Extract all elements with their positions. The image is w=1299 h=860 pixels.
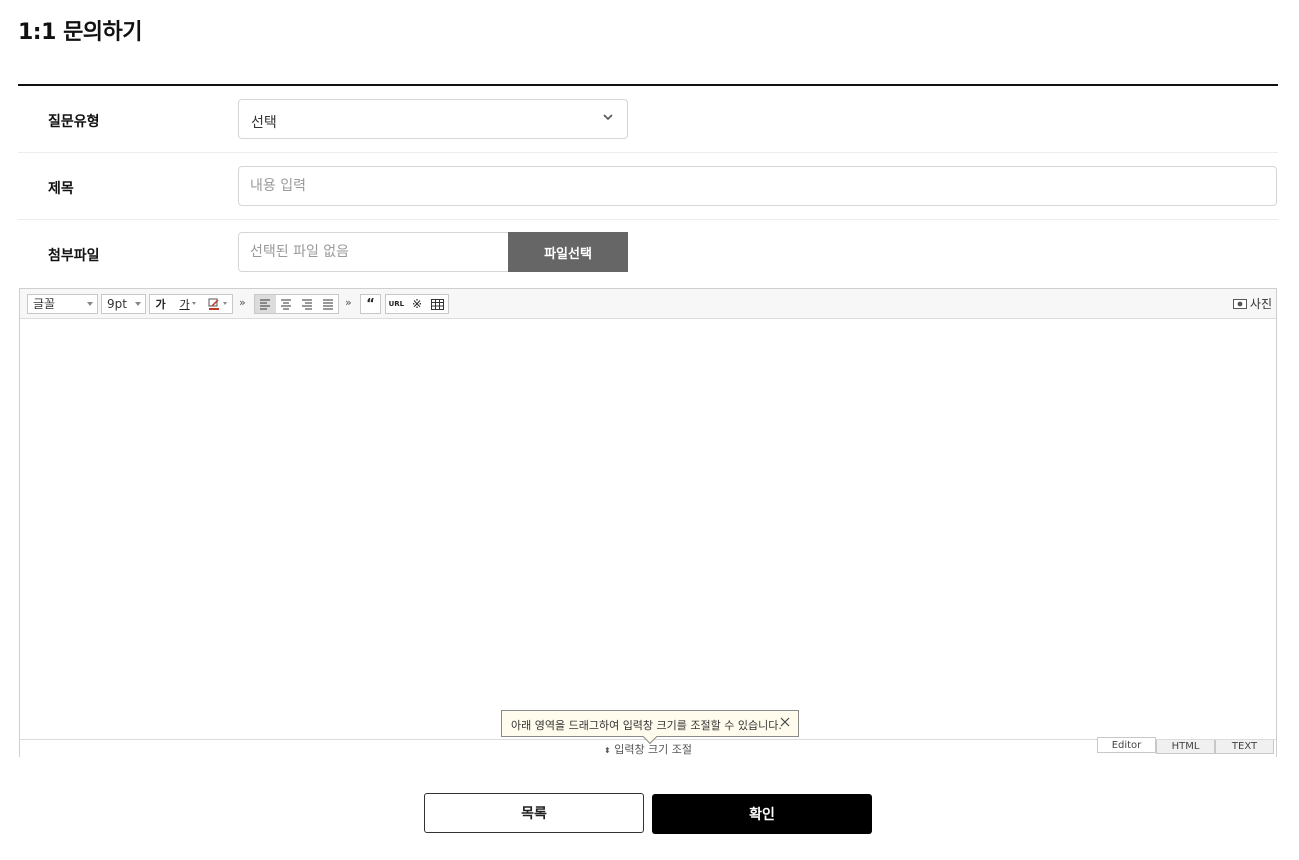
confirm-button[interactable]: 확인 [652, 794, 872, 834]
tab-text[interactable]: TEXT [1215, 740, 1274, 754]
dropdown-arrow-icon [135, 302, 141, 306]
quote-icon: “ [366, 296, 375, 312]
align-right-button[interactable] [297, 295, 318, 313]
attachment-label: 첨부파일 [48, 248, 100, 264]
tab-html[interactable]: HTML [1156, 740, 1215, 754]
font-size-select[interactable]: 9pt [101, 294, 146, 314]
question-type-select[interactable]: 선택 [238, 99, 628, 139]
page-title: 1:1 문의하기 [18, 20, 143, 45]
align-left-icon [260, 299, 271, 310]
dropdown-arrow-icon [87, 302, 93, 306]
quote-group: “ [360, 294, 381, 314]
resize-icon: ⬍ [604, 746, 611, 755]
align-right-icon [301, 299, 312, 310]
list-button[interactable]: 목록 [424, 793, 644, 833]
highlight-color-button[interactable] [198, 295, 230, 313]
table-icon [431, 298, 445, 310]
link-button[interactable]: URL [386, 295, 407, 313]
dropdown-arrow-icon [223, 302, 227, 305]
font-family-select[interactable]: 글꼴 [27, 294, 98, 314]
align-justify-button[interactable] [317, 295, 338, 313]
editor-content-area[interactable] [20, 319, 1276, 739]
chevron-down-icon [603, 114, 613, 121]
highlight-icon [208, 298, 219, 310]
photo-label: 사진 [1249, 297, 1272, 311]
resize-text: 입력창 크기 조절 [614, 743, 693, 756]
subject-label: 제목 [48, 181, 74, 197]
insert-group: URL ※ [385, 294, 449, 314]
font-family-value: 글꼴 [33, 297, 56, 311]
rich-text-editor: 글꼴 9pt 가 가 » » “ URL ※ 사진 ⬍ 입력창 크기 조절 Ed… [19, 288, 1277, 757]
more-tools-icon[interactable]: » [345, 296, 352, 309]
bold-icon: 가 [155, 298, 166, 311]
subject-input[interactable] [238, 166, 1277, 206]
align-center-icon [281, 299, 292, 310]
question-type-label: 질문유형 [48, 114, 100, 130]
attachment-row: 첨부파일 [18, 220, 1278, 286]
link-icon: URL [388, 300, 405, 308]
dropdown-arrow-icon [192, 302, 196, 305]
font-color-icon: 가 [179, 298, 190, 311]
quote-button[interactable]: “ [361, 295, 380, 313]
question-type-value: 선택 [251, 115, 277, 131]
question-type-row: 질문유형 [18, 86, 1278, 153]
more-tools-icon[interactable]: » [239, 296, 246, 309]
align-justify-icon [322, 299, 333, 310]
file-select-button[interactable]: 파일선택 [508, 232, 628, 272]
attachment-filename-field[interactable] [238, 232, 509, 272]
bold-button[interactable]: 가 [150, 295, 171, 313]
resize-handle-label: ⬍ 입력창 크기 조절 [604, 741, 692, 757]
tooltip-text: 아래 영역을 드래그하여 입력창 크기를 조절할 수 있습니다. [511, 719, 782, 732]
editor-mode-tabs: Editor HTML TEXT [1097, 737, 1274, 754]
tab-editor[interactable]: Editor [1097, 737, 1156, 753]
resize-tooltip: 아래 영역을 드래그하여 입력창 크기를 조절할 수 있습니다. [501, 710, 799, 745]
align-center-button[interactable] [276, 295, 297, 313]
table-button[interactable] [427, 295, 448, 313]
special-char-icon: ※ [411, 297, 423, 311]
align-group [254, 294, 339, 314]
photo-button[interactable]: 사진 [1232, 295, 1272, 312]
close-icon[interactable] [779, 716, 791, 728]
text-style-group: 가 가 [149, 294, 233, 314]
font-color-button[interactable]: 가 [171, 295, 198, 313]
special-char-button[interactable]: ※ [407, 295, 428, 313]
font-size-value: 9pt [107, 297, 127, 311]
camera-icon [1232, 299, 1247, 309]
editor-toolbar: 글꼴 9pt 가 가 » » “ URL ※ 사진 [20, 289, 1276, 319]
align-left-button[interactable] [255, 295, 276, 313]
